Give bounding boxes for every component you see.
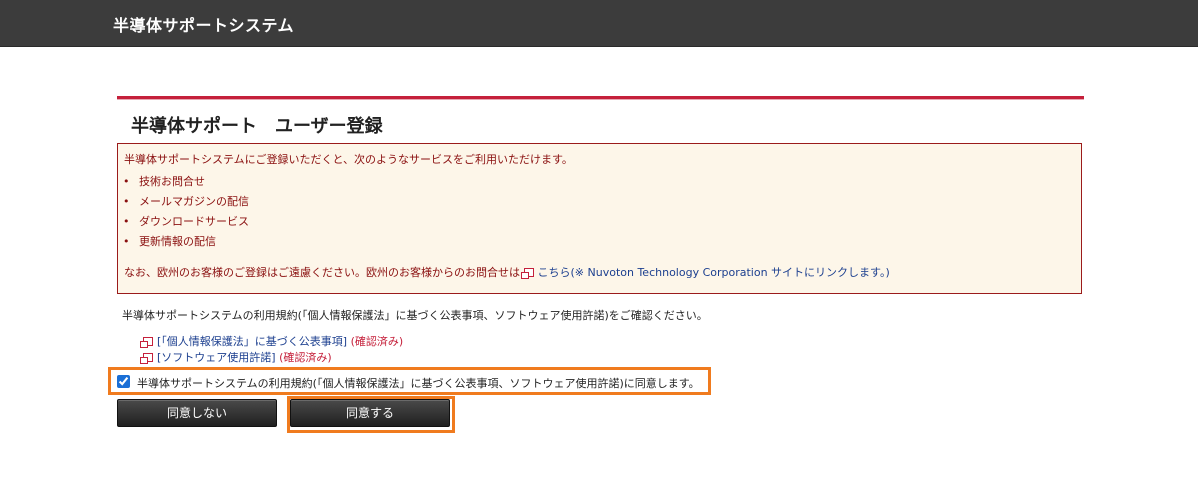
service-label: 更新情報の配信 <box>139 235 216 248</box>
service-label: 技術お問合せ <box>139 175 205 188</box>
license-confirmed-status: (確認済み) <box>279 351 332 364</box>
license-doc-row: [ソフトウェア使用許諾] (確認済み) <box>140 349 332 365</box>
bullet-icon: • <box>123 215 130 228</box>
privacy-confirmed-status: (確認済み) <box>350 335 404 348</box>
list-item: • 技術お問合せ <box>123 175 249 195</box>
agree-button[interactable]: 同意する <box>290 399 450 427</box>
external-link-icon <box>520 268 534 279</box>
system-title: 半導体サポートシステム <box>113 16 295 35</box>
nuvoton-link[interactable]: こちら(※ Nuvoton Technology Corporation サイト… <box>538 266 890 279</box>
list-item: • 更新情報の配信 <box>123 235 249 255</box>
decline-button[interactable]: 同意しない <box>117 399 277 427</box>
software-license-link[interactable]: [ソフトウェア使用許諾] <box>157 351 276 364</box>
title-divider <box>117 96 1084 100</box>
external-link-icon <box>140 353 153 364</box>
external-link-icon <box>140 337 153 348</box>
bullet-icon: • <box>123 195 130 208</box>
europe-notice: なお、欧州のお客様のご登録はご遠慮ください。欧州のお客様からのお問合せは こちら… <box>124 264 890 280</box>
agree-checkbox[interactable] <box>117 375 130 388</box>
page-title: 半導体サポート ユーザー登録 <box>131 116 383 137</box>
terms-confirm-text: 半導体サポートシステムの利用規約(「個人情報保護法」に基づく公表事項、ソフトウェ… <box>122 309 708 322</box>
bullet-icon: • <box>123 175 130 188</box>
service-label: ダウンロードサービス <box>139 215 249 228</box>
services-notice-box: 半導体サポートシステムにご登録いただくと、次のようなサービスをご利用いただけます… <box>117 143 1082 294</box>
service-label: メールマガジンの配信 <box>139 195 249 208</box>
agree-checkbox-label[interactable]: 半導体サポートシステムの利用規約(「個人情報保護法」に基づく公表事項、ソフトウェ… <box>137 375 700 391</box>
privacy-doc-row: [「個人情報保護法」に基づく公表事項] (確認済み) <box>140 333 404 349</box>
top-header: 半導体サポートシステム <box>0 0 1198 47</box>
notice-intro: 半導体サポートシステムにご登録いただくと、次のようなサービスをご利用いただけます… <box>124 153 573 166</box>
list-item: • メールマガジンの配信 <box>123 195 249 215</box>
bullet-icon: • <box>123 235 130 248</box>
privacy-doc-link[interactable]: [「個人情報保護法」に基づく公表事項] <box>157 335 347 348</box>
list-item: • ダウンロードサービス <box>123 215 249 235</box>
europe-notice-text: なお、欧州のお客様のご登録はご遠慮ください。欧州のお客様からのお問合せは <box>124 266 520 279</box>
agree-checkbox-highlight: 半導体サポートシステムの利用規約(「個人情報保護法」に基づく公表事項、ソフトウェ… <box>108 367 711 395</box>
services-list: • 技術お問合せ • メールマガジンの配信 • ダウンロードサービス • 更新情報の配信 <box>123 175 249 255</box>
